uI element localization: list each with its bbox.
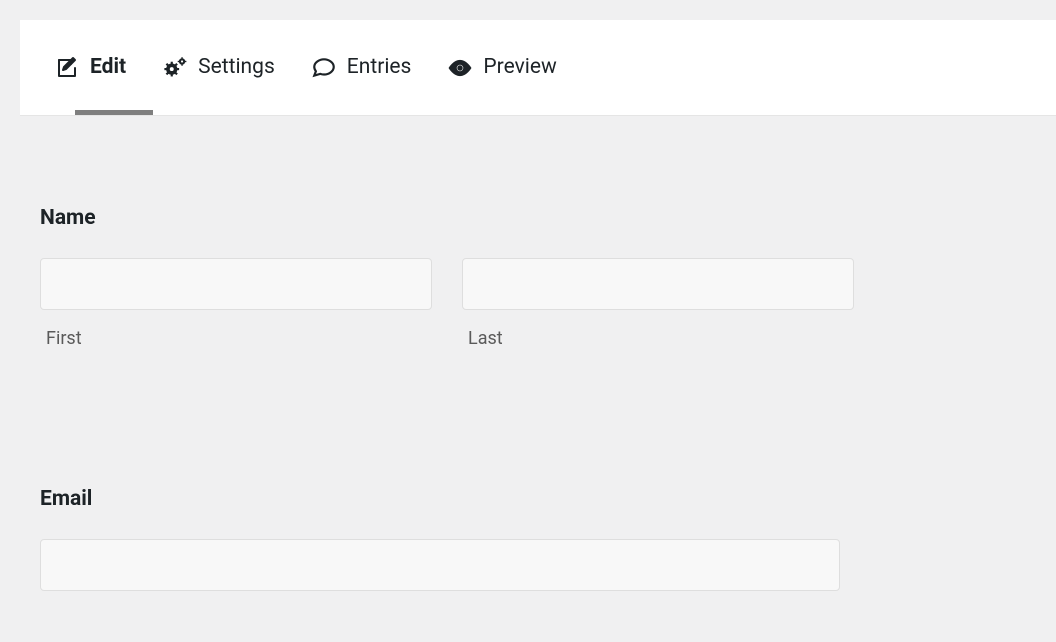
- form-canvas: Name First Last Email: [20, 116, 900, 591]
- settings-icon: [162, 55, 188, 81]
- email-field-label: Email: [40, 487, 880, 511]
- first-name-column: First: [40, 258, 432, 349]
- name-field-label: Name: [40, 206, 880, 230]
- tab-entries[interactable]: Entries: [311, 55, 412, 81]
- form-tabs-panel: Edit: [20, 20, 1056, 116]
- last-name-sublabel: Last: [462, 328, 854, 349]
- email-input[interactable]: [40, 539, 840, 591]
- preview-icon: [447, 55, 473, 81]
- tabs-row: Edit: [20, 55, 591, 81]
- tab-edit[interactable]: Edit: [54, 55, 126, 81]
- active-tab-underline: [75, 110, 153, 115]
- first-name-sublabel: First: [40, 328, 432, 349]
- edit-icon: [54, 55, 80, 81]
- last-name-input[interactable]: [462, 258, 854, 310]
- tab-preview-label: Preview: [483, 57, 556, 78]
- tab-settings-label: Settings: [198, 57, 275, 78]
- name-field-block: Name First Last: [40, 206, 880, 349]
- tab-preview[interactable]: Preview: [447, 55, 556, 81]
- tab-entries-label: Entries: [347, 57, 412, 78]
- last-name-column: Last: [462, 258, 854, 349]
- first-name-input[interactable]: [40, 258, 432, 310]
- entries-icon: [311, 55, 337, 81]
- tab-edit-label: Edit: [90, 57, 126, 78]
- name-row: First Last: [40, 258, 880, 349]
- tab-settings[interactable]: Settings: [162, 55, 275, 81]
- email-field-block: Email: [40, 487, 880, 591]
